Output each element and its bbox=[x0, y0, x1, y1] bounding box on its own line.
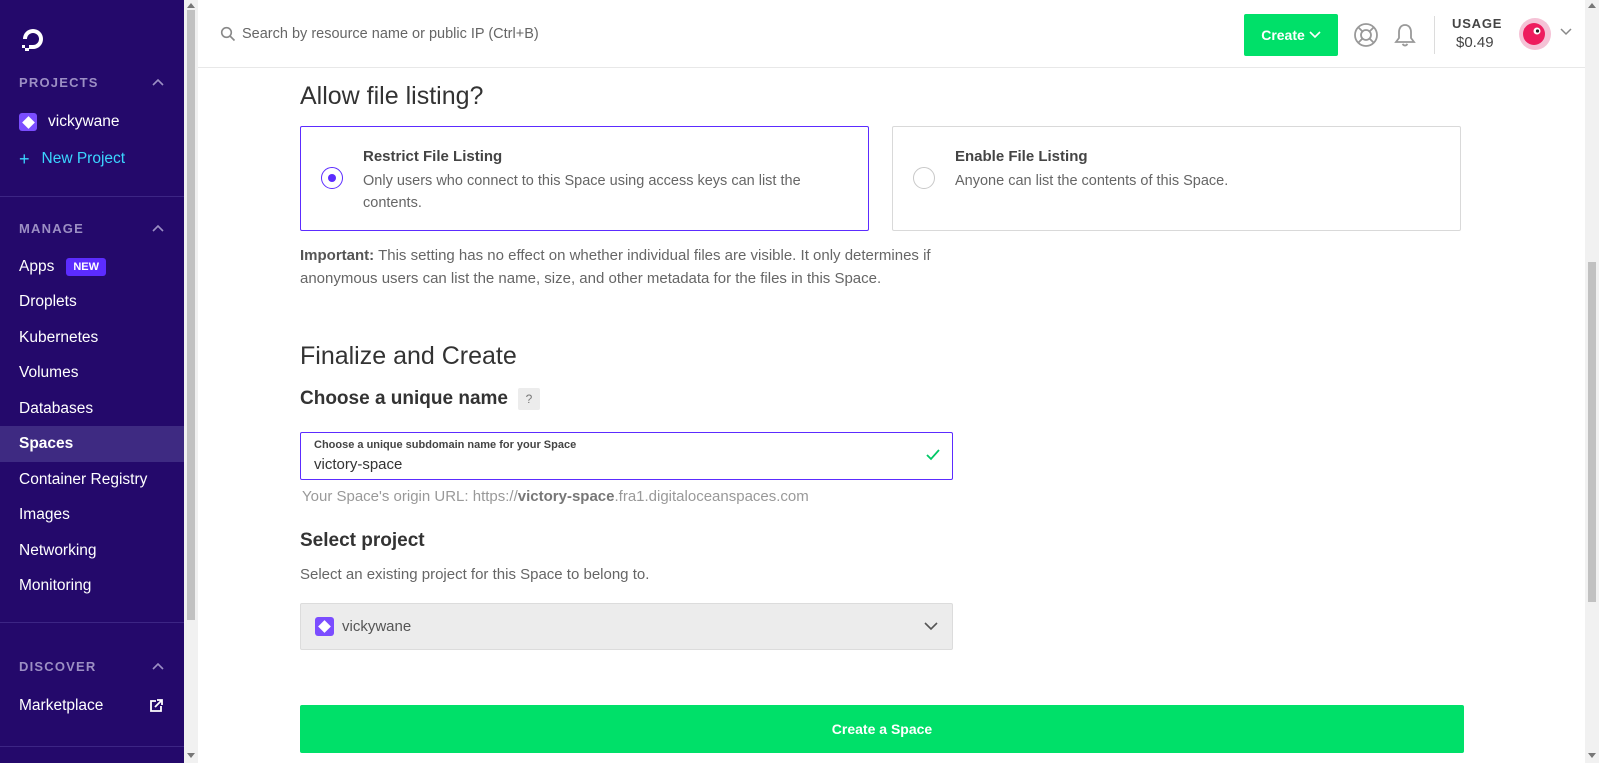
sidebar-item-marketplace[interactable]: Marketplace bbox=[0, 688, 184, 724]
usage-label: USAGE bbox=[1452, 16, 1503, 31]
sidebar-item-images[interactable]: Images bbox=[0, 497, 184, 533]
scroll-down-arrow-icon[interactable] bbox=[187, 753, 195, 758]
discover-heading: DISCOVER bbox=[19, 659, 97, 674]
avatar[interactable] bbox=[1518, 17, 1552, 51]
sidebar-item-volumes[interactable]: Volumes bbox=[0, 355, 184, 391]
finalize-heading: Finalize and Create bbox=[300, 342, 517, 370]
external-link-icon bbox=[150, 699, 163, 712]
chevron-down-icon bbox=[924, 622, 938, 631]
sidebar-item-databases[interactable]: Databases bbox=[0, 391, 184, 427]
new-project-label: New Project bbox=[41, 150, 126, 167]
chevron-up-icon[interactable] bbox=[152, 77, 164, 87]
chevron-up-icon[interactable] bbox=[152, 223, 164, 233]
choose-name-heading: Choose a unique name ? bbox=[300, 388, 540, 410]
sidebar-item-label: Container Registry bbox=[19, 471, 148, 488]
divider bbox=[1434, 16, 1435, 54]
sidebar-item-label: Droplets bbox=[19, 293, 77, 310]
sidebar-item-label: Marketplace bbox=[19, 697, 104, 714]
help-question-icon[interactable]: ? bbox=[517, 388, 540, 410]
create-space-button[interactable]: Create a Space bbox=[300, 705, 1464, 753]
usage-value: $0.49 bbox=[1456, 34, 1494, 51]
sidebar-item-monitoring[interactable]: Monitoring bbox=[0, 568, 184, 604]
project-select[interactable]: vickywane bbox=[300, 603, 953, 650]
manage-heading: MANAGE bbox=[19, 221, 84, 236]
help-lifebuoy-icon[interactable] bbox=[1353, 22, 1379, 48]
important-text: This setting has no effect on whether in… bbox=[300, 247, 931, 287]
sidebar-item-label: Volumes bbox=[19, 364, 79, 381]
main-content: Allow file listing? Restrict File Listin… bbox=[198, 68, 1585, 763]
sidebar-scrollbar[interactable] bbox=[184, 0, 198, 763]
option-description: Only users who connect to this Space usi… bbox=[363, 173, 801, 211]
new-badge: NEW bbox=[66, 258, 107, 276]
important-label: Important: bbox=[300, 247, 375, 264]
divider bbox=[0, 196, 184, 197]
sidebar-item-label: Images bbox=[19, 506, 70, 523]
select-project-description: Select an existing project for this Spac… bbox=[300, 566, 650, 583]
sidebar-item-container-registry[interactable]: Container Registry bbox=[0, 462, 184, 498]
scroll-up-arrow-icon[interactable] bbox=[187, 3, 195, 8]
sidebar-item-kubernetes[interactable]: Kubernetes bbox=[0, 320, 184, 356]
option-title: Enable File Listing bbox=[955, 148, 1088, 165]
search-icon bbox=[220, 26, 236, 42]
create-button-label: Create bbox=[1261, 27, 1305, 43]
file-listing-heading: Allow file listing? bbox=[300, 82, 484, 110]
divider bbox=[0, 746, 184, 747]
sidebar-item-project-vickywane[interactable]: vickywane bbox=[0, 104, 184, 140]
space-name-input[interactable] bbox=[314, 453, 894, 475]
plus-icon: + bbox=[19, 148, 30, 169]
origin-url: Your Space's origin URL: https://victory… bbox=[302, 488, 809, 505]
project-icon bbox=[315, 617, 334, 636]
scrollbar-thumb[interactable] bbox=[187, 10, 195, 620]
choose-name-heading-text: Choose a unique name bbox=[300, 388, 508, 409]
sidebar-item-droplets[interactable]: Droplets bbox=[0, 284, 184, 320]
chevron-down-icon bbox=[1309, 31, 1321, 39]
sidebar-item-label: Databases bbox=[19, 400, 94, 417]
page-scrollbar[interactable] bbox=[1585, 0, 1599, 763]
sidebar-item-apps[interactable]: Apps NEW bbox=[0, 249, 184, 285]
space-name-field-label: Choose a unique subdomain name for your … bbox=[314, 439, 577, 451]
radio-enable[interactable] bbox=[913, 167, 935, 189]
restrict-file-listing-option[interactable]: Restrict File Listing Only users who con… bbox=[300, 126, 869, 231]
sidebar-item-label: Apps bbox=[19, 258, 55, 275]
option-description: Anyone can list the contents of this Spa… bbox=[955, 173, 1229, 189]
sidebar-item-label: Spaces bbox=[19, 435, 74, 452]
space-name-field[interactable]: Choose a unique subdomain name for your … bbox=[300, 432, 953, 480]
project-icon bbox=[19, 113, 37, 131]
search-input[interactable] bbox=[242, 20, 842, 48]
sidebar-item-networking[interactable]: Networking bbox=[0, 533, 184, 569]
sidebar-item-label: Monitoring bbox=[19, 577, 92, 594]
origin-url-name: victory-space bbox=[517, 488, 615, 505]
projects-heading: PROJECTS bbox=[19, 75, 99, 90]
bell-icon[interactable] bbox=[1393, 22, 1417, 48]
scroll-up-arrow-icon[interactable] bbox=[1588, 3, 1596, 8]
chevron-up-icon[interactable] bbox=[152, 661, 164, 671]
chevron-down-icon[interactable] bbox=[1560, 28, 1572, 36]
digitalocean-logo-icon[interactable] bbox=[18, 24, 48, 54]
origin-url-prefix: Your Space's origin URL: https:// bbox=[302, 488, 518, 505]
enable-file-listing-option[interactable]: Enable File Listing Anyone can list the … bbox=[892, 126, 1461, 231]
radio-restrict[interactable] bbox=[321, 167, 343, 189]
scrollbar-thumb[interactable] bbox=[1588, 262, 1596, 602]
new-project-link[interactable]: + New Project bbox=[0, 141, 184, 177]
sidebar-item-spaces[interactable]: Spaces bbox=[0, 426, 184, 462]
select-project-heading: Select project bbox=[300, 530, 425, 551]
divider bbox=[0, 622, 184, 623]
important-note: Important: This setting has no effect on… bbox=[300, 244, 980, 290]
sidebar-item-label: vickywane bbox=[48, 113, 120, 130]
check-icon bbox=[926, 449, 940, 461]
scroll-down-arrow-icon[interactable] bbox=[1588, 753, 1596, 758]
create-button[interactable]: Create bbox=[1244, 14, 1338, 56]
sidebar: PROJECTS vickywane + New Project MANAGE … bbox=[0, 0, 184, 763]
option-title: Restrict File Listing bbox=[363, 148, 503, 165]
project-select-value: vickywane bbox=[342, 618, 412, 635]
top-bar: Create USAGE $0.49 bbox=[198, 0, 1585, 68]
sidebar-item-label: Kubernetes bbox=[19, 329, 99, 346]
origin-url-suffix: .fra1.digitaloceanspaces.com bbox=[614, 488, 809, 505]
sidebar-item-label: Networking bbox=[19, 542, 97, 559]
